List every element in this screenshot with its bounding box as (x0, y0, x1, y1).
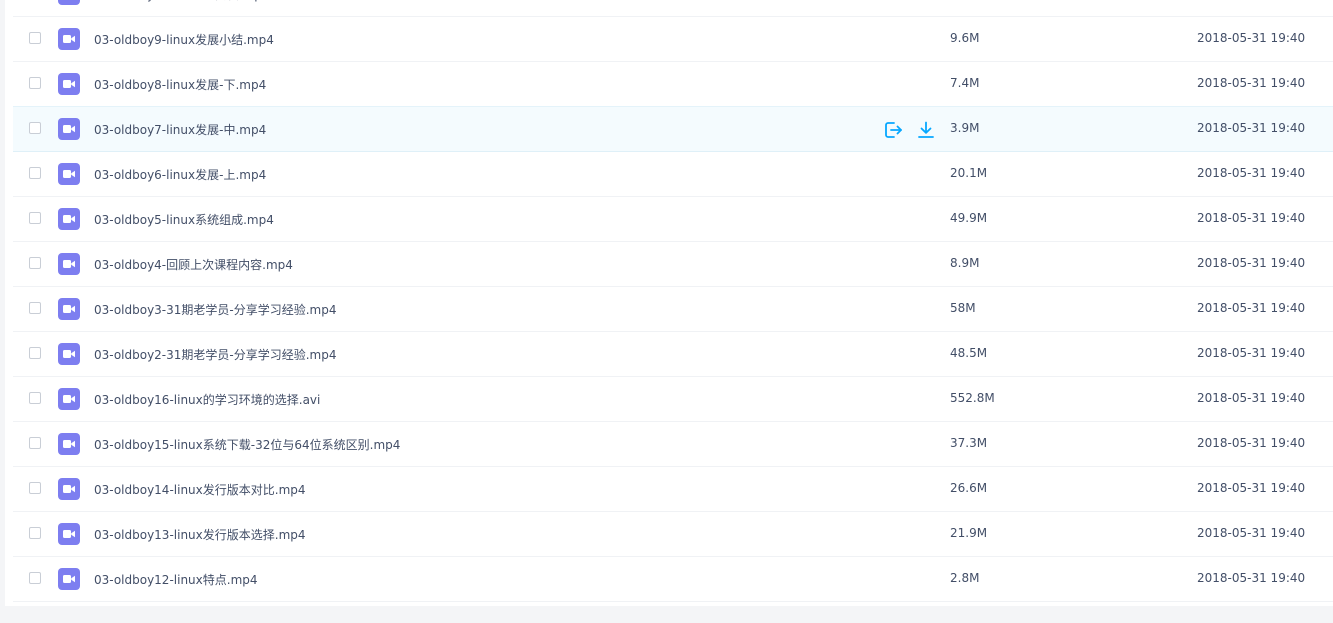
video-file-icon (58, 28, 80, 50)
video-file-icon (58, 478, 80, 500)
file-list: 03-oldboy10-linux的安装.mp4 03-oldboy9-linux… (0, 0, 1333, 606)
file-size: 21.9M (950, 526, 988, 540)
video-file-icon (58, 253, 80, 275)
file-row[interactable]: 03-oldboy15-linux系统下载-32位与64位系统区别.mp4 37.… (13, 422, 1333, 467)
file-modified-date: 2018-05-31 19:40 (1197, 301, 1306, 315)
file-row[interactable]: 03-oldboy3-31期老学员-分享学习经验.mp4 58M 2018-05-3… (13, 287, 1333, 332)
row-checkbox[interactable] (29, 77, 41, 89)
file-name[interactable]: 03-oldboy3-31期老学员-分享学习经验.mp4 (94, 301, 337, 318)
video-file-icon (58, 523, 80, 545)
file-size: 9.6M (950, 31, 980, 45)
file-size: 8.9M (950, 256, 980, 270)
file-size: 20.1M (950, 166, 988, 180)
video-file-icon (58, 568, 80, 590)
row-checkbox[interactable] (29, 212, 41, 224)
file-row[interactable]: 03-oldboy9-linux发展小结.mp4 9.6M 2018-05-31 1… (13, 17, 1333, 62)
file-size: 3.9M (950, 121, 980, 135)
file-name[interactable]: 03-oldboy12-linux特点.mp4 (94, 571, 258, 588)
row-checkbox[interactable] (29, 572, 41, 584)
video-file-icon (58, 208, 80, 230)
row-checkbox[interactable] (29, 392, 41, 404)
file-name[interactable]: 03-oldboy2-31期老学员-分享学习经验.mp4 (94, 346, 337, 363)
video-file-icon (58, 118, 80, 140)
file-size: 552.8M (950, 391, 995, 405)
file-size: 2.8M (950, 571, 980, 585)
file-row[interactable]: 03-oldboy2-31期老学员-分享学习经验.mp4 48.5M 2018-05… (13, 332, 1333, 377)
file-size: 49.9M (950, 211, 988, 225)
file-row[interactable]: 03-oldboy12-linux特点.mp4 2.8M 2018-05-31 19… (13, 557, 1333, 602)
download-icon[interactable] (916, 120, 936, 140)
video-file-icon (58, 298, 80, 320)
file-size: 48.5M (950, 346, 988, 360)
file-name[interactable]: 03-oldboy13-linux发行版本选择.mp4 (94, 526, 306, 543)
file-size: 58M (950, 301, 976, 315)
file-name[interactable]: 03-oldboy8-linux发展-下.mp4 (94, 76, 266, 93)
file-modified-date: 2018-05-31 19:40 (1197, 391, 1306, 405)
file-name[interactable]: 03-oldboy4-回顾上次课程内容.mp4 (94, 256, 293, 273)
file-modified-date: 2018-05-31 19:40 (1197, 76, 1306, 90)
file-list-viewport: 03-oldboy10-linux的安装.mp4 03-oldboy9-linux… (0, 0, 1333, 606)
row-checkbox[interactable] (29, 257, 41, 269)
file-modified-date: 2018-05-31 19:40 (1197, 526, 1306, 540)
file-modified-date: 2018-05-31 19:40 (1197, 436, 1306, 450)
file-row[interactable]: 03-oldboy4-回顾上次课程内容.mp4 8.9M 2018-05-31 19… (13, 242, 1333, 287)
video-file-icon (58, 73, 80, 95)
file-modified-date: 2018-05-31 19:40 (1197, 31, 1306, 45)
file-row[interactable]: 03-oldboy13-linux发行版本选择.mp4 21.9M 2018-05-… (13, 512, 1333, 557)
file-modified-date: 2018-05-31 19:40 (1197, 571, 1306, 585)
file-name[interactable]: 03-oldboy16-linux的学习环境的选择.avi (94, 391, 320, 408)
file-name[interactable]: 03-oldboy9-linux发展小结.mp4 (94, 31, 274, 48)
file-name[interactable]: 03-oldboy10-linux的安装.mp4 (94, 0, 270, 3)
video-file-icon (58, 0, 80, 5)
file-row[interactable]: 03-oldboy8-linux发展-下.mp4 7.4M 2018-05-31 1… (13, 62, 1333, 107)
file-modified-date: 2018-05-31 19:40 (1197, 481, 1306, 495)
file-modified-date: 2018-05-31 19:40 (1197, 166, 1306, 180)
video-file-icon (58, 433, 80, 455)
row-actions (883, 120, 939, 140)
file-modified-date: 2018-05-31 19:40 (1197, 256, 1306, 270)
file-size: 7.4M (950, 76, 980, 90)
row-checkbox[interactable] (29, 527, 41, 539)
file-name[interactable]: 03-oldboy5-linux系统组成.mp4 (94, 211, 274, 228)
row-checkbox[interactable] (29, 482, 41, 494)
file-row[interactable]: 03-oldboy6-linux发展-上.mp4 20.1M 2018-05-31 … (13, 152, 1333, 197)
row-checkbox[interactable] (29, 302, 41, 314)
file-row[interactable]: 03-oldboy7-linux发展-中.mp4 3.9M 2018-05-31 1… (13, 106, 1333, 152)
file-row[interactable]: 03-oldboy10-linux的安装.mp4 (13, 0, 1333, 17)
row-checkbox[interactable] (29, 122, 41, 134)
file-modified-date: 2018-05-31 19:40 (1197, 346, 1306, 360)
file-row[interactable]: 03-oldboy14-linux发行版本对比.mp4 26.6M 2018-05-… (13, 467, 1333, 512)
file-name[interactable]: 03-oldboy15-linux系统下载-32位与64位系统区别.mp4 (94, 436, 400, 453)
row-checkbox[interactable] (29, 167, 41, 179)
file-name[interactable]: 03-oldboy7-linux发展-中.mp4 (94, 121, 266, 138)
row-checkbox[interactable] (29, 437, 41, 449)
file-name[interactable]: 03-oldboy14-linux发行版本对比.mp4 (94, 481, 306, 498)
file-row[interactable]: 03-oldboy16-linux的学习环境的选择.avi 552.8M 2018-… (13, 377, 1333, 422)
row-checkbox[interactable] (29, 32, 41, 44)
share-icon[interactable] (883, 120, 903, 140)
video-file-icon (58, 388, 80, 410)
row-checkbox[interactable] (29, 347, 41, 359)
file-name[interactable]: 03-oldboy6-linux发展-上.mp4 (94, 166, 266, 183)
file-row[interactable]: 03-oldboy5-linux系统组成.mp4 49.9M 2018-05-31 … (13, 197, 1333, 242)
file-size: 37.3M (950, 436, 988, 450)
video-file-icon (58, 343, 80, 365)
file-size: 26.6M (950, 481, 988, 495)
file-modified-date: 2018-05-31 19:40 (1197, 121, 1306, 135)
file-modified-date: 2018-05-31 19:40 (1197, 211, 1306, 225)
bottom-bar (0, 606, 1333, 623)
video-file-icon (58, 163, 80, 185)
